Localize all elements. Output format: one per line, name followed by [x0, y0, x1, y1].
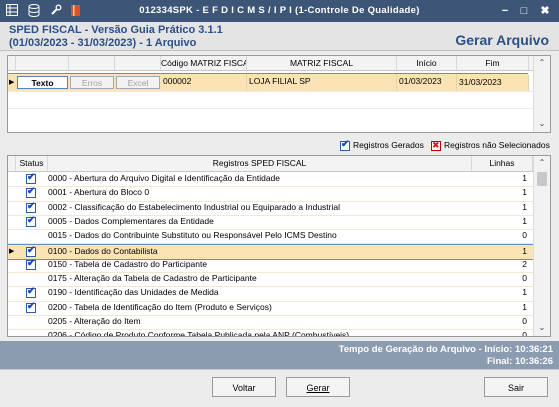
- minimize-button[interactable]: −: [497, 3, 513, 19]
- files-grid-header: Código MATRIZ FISCAL MATRIZ FISCAL Iníci…: [8, 56, 533, 71]
- status-checkbox[interactable]: [26, 258, 36, 270]
- record-description: 0206 - Código de Produto Conforme Tabela…: [48, 330, 350, 337]
- texto-button[interactable]: Texto: [17, 76, 68, 89]
- table-row[interactable]: 0206 - Código de Produto Conforme Tabela…: [8, 329, 533, 337]
- col-inicio[interactable]: Início: [397, 56, 457, 70]
- records-grid-header: Status Registros SPED FISCAL Linhas: [8, 156, 533, 172]
- gerar-button[interactable]: Gerar: [286, 377, 350, 397]
- header-action-title: Gerar Arquivo: [455, 32, 549, 48]
- maximize-button[interactable]: □: [516, 3, 532, 19]
- header-version: SPED FISCAL - Versão Guia Prático 3.1.1: [9, 24, 223, 36]
- sair-button[interactable]: Sair: [484, 377, 548, 397]
- record-line-count: 1: [522, 173, 527, 183]
- record-description: 0175 - Alteração da Tabela de Cadastro d…: [48, 273, 257, 284]
- unchecked-red-icon: [431, 140, 441, 151]
- status-bar: Tempo de Geração do Arquivo - Início: 10…: [0, 341, 559, 369]
- record-line-count: 1: [522, 187, 527, 198]
- record-line-count: 1: [522, 301, 527, 312]
- record-line-count: 1: [522, 245, 527, 256]
- table-row[interactable]: 0015 - Dados do Contribuinte Substituto …: [8, 229, 533, 245]
- record-description: 0190 - Identificação das Unidades de Med…: [48, 287, 219, 298]
- record-line-count: 0: [522, 330, 527, 337]
- table-row[interactable]: 0150 - Tabela de Cadastro do Participant…: [8, 258, 533, 274]
- status-checkbox[interactable]: [26, 186, 36, 199]
- scroll-thumb[interactable]: [537, 172, 547, 186]
- status-checkbox[interactable]: [26, 201, 36, 213]
- cell-fim: 31/03/2023: [457, 75, 529, 92]
- record-description: 0002 - Classificação do Estabelecimento …: [48, 201, 341, 212]
- window-title: 012334SPK - E F D I C M S / I P I (1-Con…: [139, 5, 420, 16]
- title-bar: 012334SPK - E F D I C M S / I P I (1-Con…: [0, 0, 559, 22]
- excel-button[interactable]: Excel: [116, 76, 160, 89]
- record-line-count: 1: [522, 201, 527, 212]
- files-grid-scrollbar[interactable]: ⌃ ⌄: [533, 56, 550, 132]
- col-matriz-fiscal[interactable]: MATRIZ FISCAL: [247, 56, 397, 70]
- record-line-count: 0: [522, 230, 527, 241]
- status-checkbox[interactable]: [26, 172, 36, 184]
- status-checkbox[interactable]: [26, 301, 36, 313]
- bottom-bar: Voltar Gerar Sair: [0, 369, 559, 407]
- status-end-time: Final: 10:36:26: [487, 356, 553, 367]
- col-status[interactable]: Status: [16, 156, 48, 171]
- records-grid: Status Registros SPED FISCAL Linhas 0000…: [7, 155, 551, 337]
- records-grid-scrollbar[interactable]: ⌃ ⌄: [533, 156, 550, 336]
- cell-codigo: 000002: [161, 74, 247, 91]
- status-checkbox[interactable]: [26, 215, 36, 227]
- status-checkbox[interactable]: [26, 245, 36, 257]
- record-description: 0000 - Abertura do Arquivo Digital e Ide…: [48, 173, 281, 183]
- files-grid: Código MATRIZ FISCAL MATRIZ FISCAL Iníci…: [7, 55, 551, 133]
- record-description: 0200 - Tabela de Identificação do Item (…: [48, 301, 272, 312]
- table-row[interactable]: 0001 - Abertura do Bloco 0 1: [8, 186, 533, 202]
- erros-button[interactable]: Erros: [70, 76, 114, 89]
- col-fim[interactable]: Fim: [457, 56, 529, 70]
- scroll-down-icon[interactable]: ⌄: [534, 322, 550, 334]
- record-description: 0001 - Abertura do Bloco 0: [48, 187, 150, 198]
- col-codigo-matriz[interactable]: Código MATRIZ FISCAL: [161, 56, 247, 70]
- record-line-count: 0: [522, 316, 527, 326]
- record-line-count: 1: [522, 215, 527, 226]
- header-period: (01/03/2023 - 31/03/2023) - 1 Arquivo: [9, 37, 197, 49]
- record-description: 0005 - Dados Complementares da Entidade: [48, 215, 214, 226]
- table-row[interactable]: 0190 - Identificação das Unidades de Med…: [8, 286, 533, 302]
- record-line-count: 1: [522, 287, 527, 298]
- table-row[interactable]: 0205 - Alteração do Item 0: [8, 315, 533, 331]
- voltar-button[interactable]: Voltar: [212, 377, 276, 397]
- record-description: 0150 - Tabela de Cadastro do Participant…: [48, 258, 208, 269]
- row-pointer-icon: ▶: [9, 247, 15, 255]
- checked-icon: [340, 139, 350, 151]
- scroll-up-icon[interactable]: ⌃: [534, 157, 550, 169]
- scroll-down-icon[interactable]: ⌄: [534, 118, 550, 130]
- table-row[interactable]: 0002 - Classificação do Estabelecimento …: [8, 201, 533, 216]
- record-line-count: 0: [522, 273, 527, 284]
- record-description: 0205 - Alteração do Item: [48, 316, 141, 326]
- cell-inicio: 01/03/2023: [397, 74, 457, 91]
- status-start-time: Tempo de Geração do Arquivo - Início: 10…: [338, 344, 553, 355]
- record-line-count: 2: [522, 258, 527, 269]
- table-row[interactable]: 0005 - Dados Complementares da Entidade 1: [8, 215, 533, 231]
- status-checkbox[interactable]: [26, 286, 36, 299]
- record-description: 0015 - Dados do Contribuinte Substituto …: [48, 230, 337, 241]
- row-pointer-icon: ▶: [9, 79, 15, 86]
- files-grid-row[interactable]: ▶ Texto Erros Excel 000002 LOJA FILIAL S…: [8, 73, 529, 92]
- cell-matriz: LOJA FILIAL SP: [247, 74, 397, 91]
- form-header: SPED FISCAL - Versão Guia Prático 3.1.1 …: [0, 22, 559, 51]
- table-row[interactable]: 0175 - Alteração da Tabela de Cadastro d…: [8, 272, 533, 288]
- table-row[interactable]: 0000 - Abertura do Arquivo Digital e Ide…: [8, 172, 533, 188]
- table-row[interactable]: 0200 - Tabela de Identificação do Item (…: [8, 301, 533, 316]
- col-registros[interactable]: Registros SPED FISCAL: [48, 156, 472, 171]
- col-linhas[interactable]: Linhas: [472, 156, 533, 171]
- close-button[interactable]: ✖: [537, 3, 553, 19]
- scroll-up-icon[interactable]: ⌃: [534, 57, 550, 69]
- record-description: 0100 - Dados do Contabilista: [48, 245, 158, 256]
